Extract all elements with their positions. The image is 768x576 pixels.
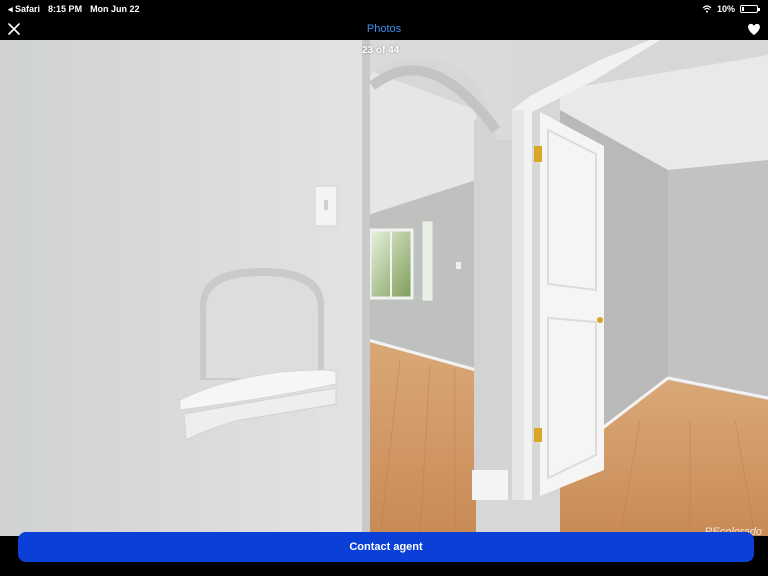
- listing-photo[interactable]: [0, 40, 768, 536]
- wifi-icon: [702, 5, 712, 13]
- battery-percent: 10%: [716, 4, 735, 14]
- battery-icon: [740, 5, 760, 13]
- status-time: 8:15 PM: [48, 4, 83, 14]
- page-title: Photos: [366, 23, 402, 35]
- heart-icon: [748, 23, 760, 35]
- photo-counter: 23 of 44: [362, 45, 400, 56]
- status-bar: ◂ Safari 8:15 PM Mon Jun 22 10%: [0, 0, 768, 18]
- favorite-button[interactable]: [746, 21, 762, 37]
- status-date: Mon Jun 22: [90, 4, 140, 14]
- photo-nav-bar: Photos: [0, 18, 768, 40]
- back-to-app-label[interactable]: ◂ Safari: [8, 4, 40, 15]
- contact-agent-button[interactable]: Contact agent: [18, 532, 754, 562]
